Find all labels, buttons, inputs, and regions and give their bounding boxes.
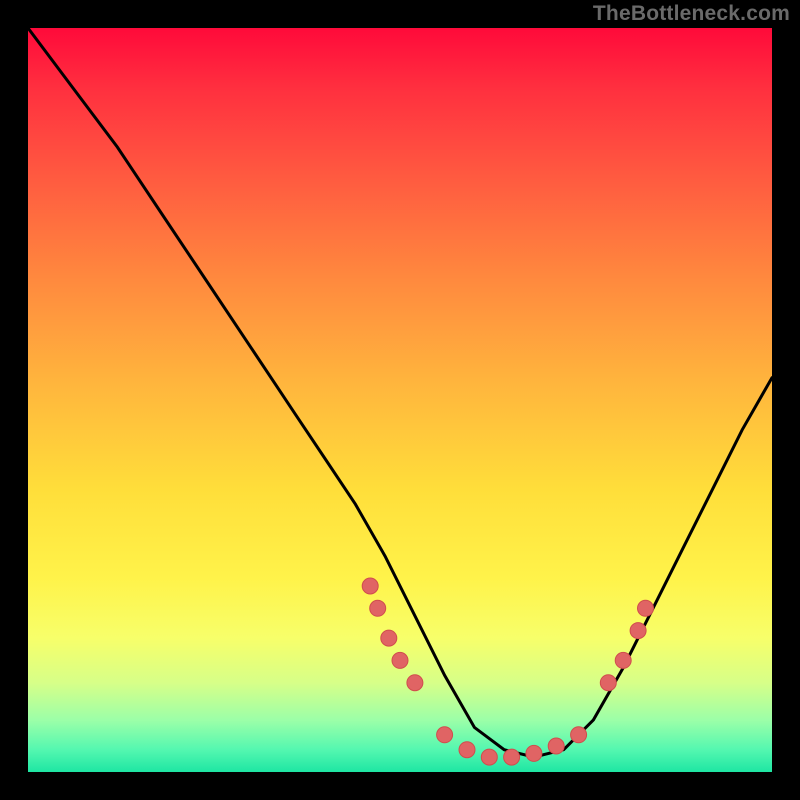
curve-dot (571, 727, 587, 743)
chart-svg (28, 28, 772, 772)
curve-dot (600, 675, 616, 691)
curve-dot (407, 675, 423, 691)
attribution-text: TheBottleneck.com (593, 2, 790, 26)
curve-dot (481, 749, 497, 765)
curve-dot (370, 600, 386, 616)
bottleneck-curve (28, 28, 772, 757)
curve-dot (630, 623, 646, 639)
curve-dot (381, 630, 397, 646)
chart-frame (28, 28, 772, 772)
curve-dot (548, 738, 564, 754)
curve-dot (362, 578, 378, 594)
curve-dot (437, 727, 453, 743)
curve-dot (638, 600, 654, 616)
curve-dot (504, 749, 520, 765)
curve-dot (459, 742, 475, 758)
curve-dot (615, 652, 631, 668)
curve-dot (392, 652, 408, 668)
curve-dot (526, 745, 542, 761)
curve-dots-group (362, 578, 653, 765)
